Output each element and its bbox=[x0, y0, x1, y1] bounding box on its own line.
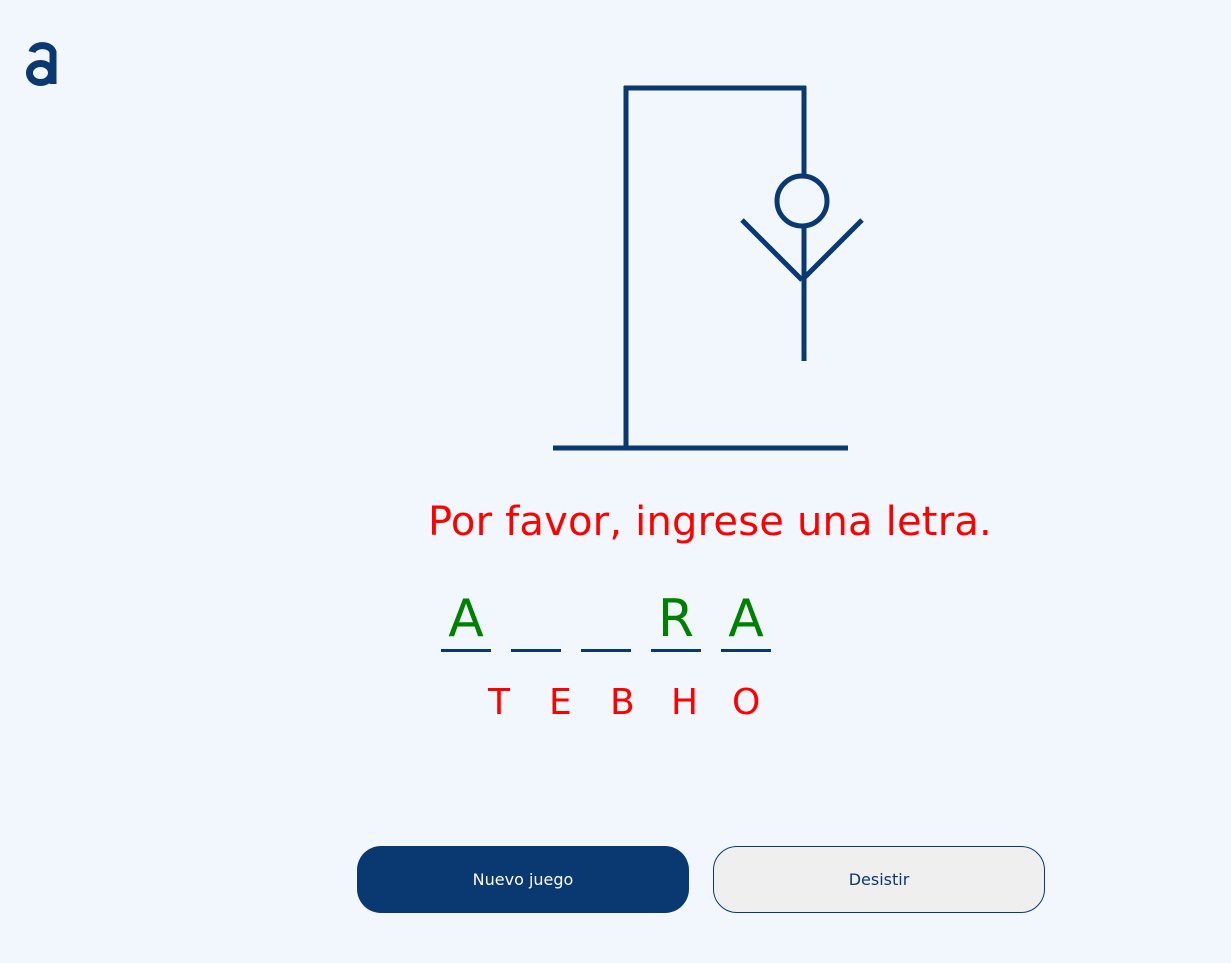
wrong-letter: T bbox=[488, 682, 510, 723]
wrong-letter: O bbox=[732, 682, 761, 723]
wrong-letter: E bbox=[549, 682, 572, 723]
new-game-button-label: Nuevo juego bbox=[472, 870, 574, 889]
new-game-button[interactable]: Nuevo juego bbox=[357, 846, 689, 913]
give-up-button-label: Desistir bbox=[848, 870, 910, 889]
word-slot bbox=[581, 588, 631, 652]
wrong-letter: B bbox=[610, 682, 635, 723]
wrong-letter: H bbox=[671, 682, 699, 723]
hangman-right-arm bbox=[800, 218, 864, 282]
status-message: Por favor, ingrese una letra. bbox=[428, 499, 992, 545]
word-slot-letter: A bbox=[728, 589, 764, 649]
give-up-button[interactable]: Desistir bbox=[713, 846, 1045, 913]
hangman-head bbox=[774, 173, 830, 229]
alura-logo-icon[interactable] bbox=[24, 38, 60, 90]
word-slot: A bbox=[441, 588, 491, 652]
word-slot-letter: A bbox=[448, 589, 484, 649]
word-slot bbox=[511, 588, 561, 652]
wrong-letters: T E B H O bbox=[488, 680, 793, 726]
word-slot: R bbox=[651, 588, 701, 652]
word-slot-letter: R bbox=[657, 589, 695, 649]
hangman-drawing bbox=[553, 85, 864, 451]
word-slot: A bbox=[721, 588, 771, 652]
hangman-left-arm bbox=[740, 218, 804, 282]
word-slots: A R A bbox=[441, 588, 771, 652]
